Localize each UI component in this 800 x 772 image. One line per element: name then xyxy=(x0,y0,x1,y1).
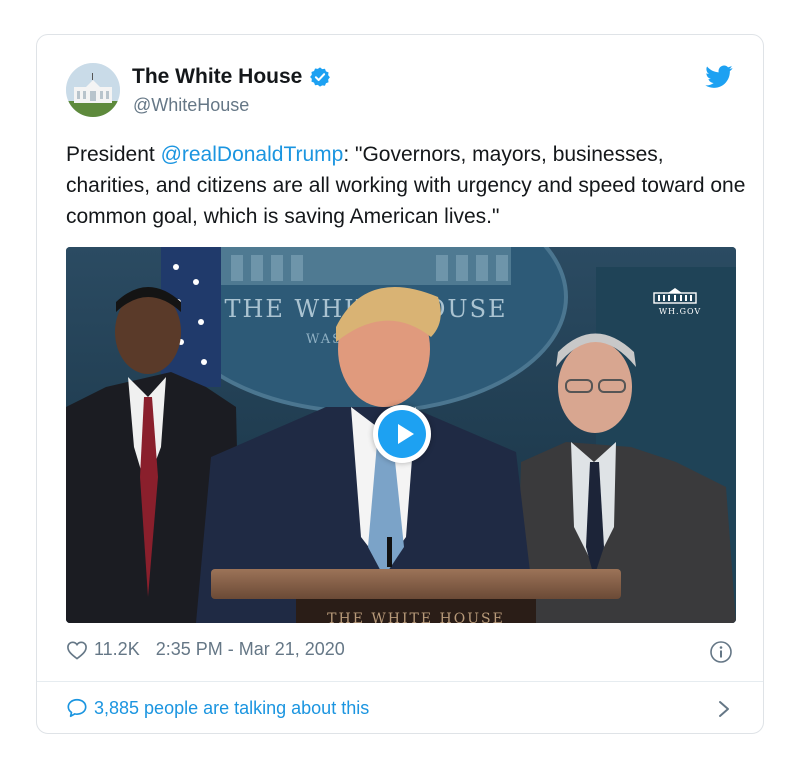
user-handle[interactable]: @WhiteHouse xyxy=(133,95,249,116)
wh-gov-label: WH.GOV xyxy=(658,307,702,316)
conversation-link[interactable]: 3,885 people are talking about this xyxy=(66,697,369,719)
video-player[interactable]: THE WHITE HOUSE WASHINGTON xyxy=(66,247,736,623)
podium-text: THE WHITE HOUSE xyxy=(327,611,505,623)
twitter-bird-icon[interactable] xyxy=(705,65,733,89)
play-button[interactable] xyxy=(373,405,431,463)
conversation-count-text[interactable]: 3,885 people are talking about this xyxy=(94,698,369,719)
white-house-logo-icon xyxy=(653,288,697,304)
mention-link[interactable]: @realDonaldTrump xyxy=(161,143,344,166)
tweet-text: President @realDonaldTrump: "Governors, … xyxy=(66,139,746,232)
author-name-row[interactable]: The White House xyxy=(132,65,331,89)
tweet-meta-row: 11.2K 2:35 PM - Mar 21, 2020 xyxy=(66,639,345,660)
divider xyxy=(37,681,763,682)
avatar[interactable] xyxy=(66,63,120,117)
white-house-avatar-image xyxy=(66,63,120,117)
tweet-card[interactable]: The White House @WhiteHouse President @r… xyxy=(36,34,764,734)
timestamp[interactable]: 2:35 PM - Mar 21, 2020 xyxy=(156,639,345,660)
display-name[interactable]: The White House xyxy=(132,65,302,89)
chevron-right-icon[interactable] xyxy=(717,699,731,719)
play-icon xyxy=(378,410,426,458)
wh-gov-watermark: WH.GOV xyxy=(652,287,708,316)
tweet-text-prefix: President xyxy=(66,143,161,166)
info-icon[interactable] xyxy=(709,640,733,664)
like-count[interactable]: 11.2K xyxy=(94,639,140,660)
heart-icon[interactable] xyxy=(66,640,88,660)
speech-bubble-icon xyxy=(67,698,87,718)
verified-badge-icon xyxy=(310,67,331,87)
